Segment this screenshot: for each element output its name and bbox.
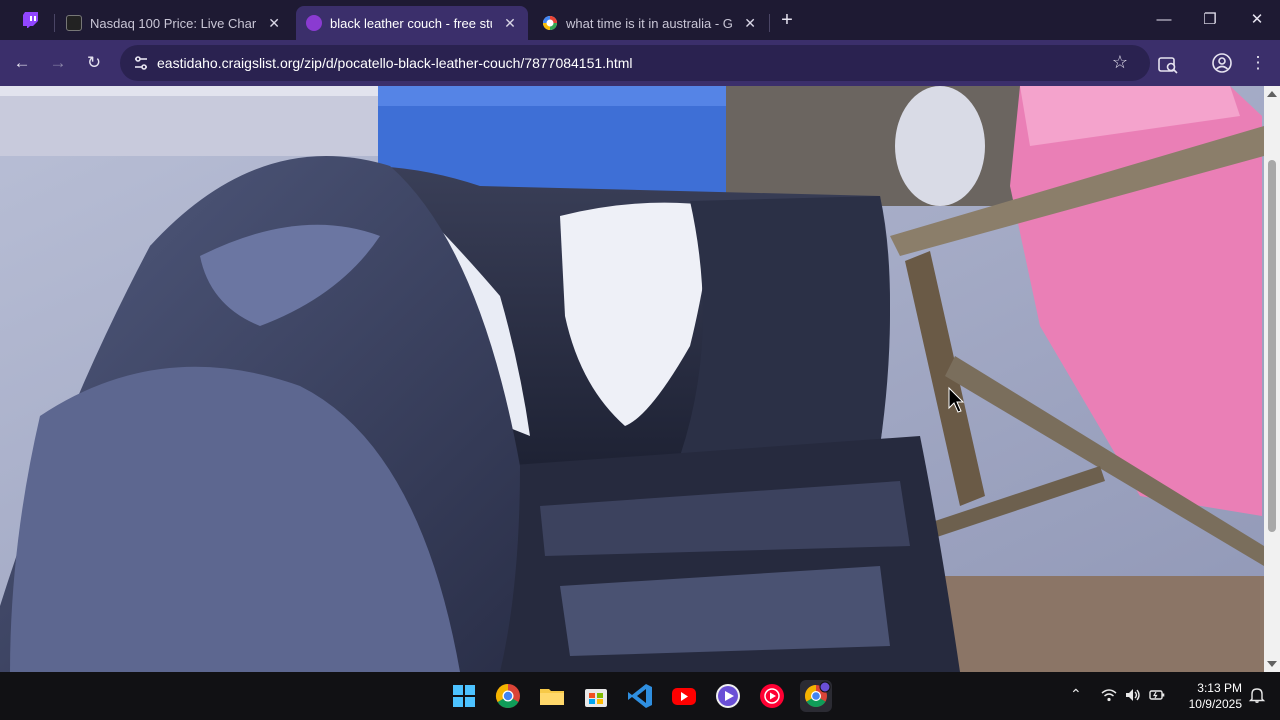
- youtube-icon[interactable]: [668, 680, 700, 712]
- scrollbar-thumb[interactable]: [1268, 160, 1276, 532]
- windows-taskbar: ⌃ 3:13 PM 10/9/2025: [0, 672, 1280, 720]
- battery-icon[interactable]: [1148, 686, 1166, 704]
- close-window-button[interactable]: ✕: [1245, 8, 1269, 32]
- restore-button[interactable]: ❐: [1198, 8, 1222, 32]
- system-clock[interactable]: 3:13 PM 10/9/2025: [1176, 680, 1242, 712]
- scroll-up-arrow[interactable]: [1267, 91, 1277, 97]
- tab-australia-time[interactable]: what time is it in australia - Goo ✕: [532, 6, 768, 40]
- tab-nasdaq[interactable]: Nasdaq 100 Price: Live Chart, Fo ✕: [56, 6, 292, 40]
- youtube-music-icon[interactable]: [756, 680, 788, 712]
- clock-time: 3:13 PM: [1197, 681, 1242, 695]
- show-hidden-icons-chevron-icon[interactable]: ⌃: [1070, 686, 1082, 703]
- twitch-icon[interactable]: [22, 11, 40, 29]
- bookmark-star-icon[interactable]: ☆: [1112, 52, 1128, 73]
- reload-button[interactable]: ↻: [82, 51, 106, 75]
- listing-photo[interactable]: [0, 86, 1264, 672]
- tab-title: black leather couch - free stuff: [330, 15, 492, 31]
- chrome-profile-icon[interactable]: [800, 680, 832, 712]
- google-icon: [543, 16, 557, 30]
- media-player-icon[interactable]: [712, 680, 744, 712]
- menu-kebab-icon[interactable]: ⋮: [1246, 51, 1270, 75]
- search-tabs-icon[interactable]: [1156, 53, 1180, 77]
- vs-code-icon[interactable]: [624, 680, 656, 712]
- back-button[interactable]: ←: [10, 51, 34, 75]
- tab-strip: Nasdaq 100 Price: Live Chart, Fo ✕ black…: [0, 0, 1280, 40]
- tab-divider: [54, 14, 55, 32]
- windows-start-icon[interactable]: [448, 680, 480, 712]
- screen: Nasdaq 100 Price: Live Chart, Fo ✕ black…: [0, 0, 1280, 720]
- close-icon[interactable]: ✕: [266, 15, 282, 32]
- new-tab-button[interactable]: +: [776, 9, 798, 31]
- browser-toolbar: ← → ↻ eastidaho.craigslist.org/zip/d/poc…: [0, 40, 1280, 86]
- chrome-icon[interactable]: [492, 680, 524, 712]
- wifi-icon[interactable]: [1100, 686, 1118, 704]
- generic-site-icon: [66, 15, 82, 31]
- tab-black-leather-couch[interactable]: black leather couch - free stuff ✕: [296, 6, 528, 40]
- volume-icon[interactable]: [1124, 686, 1142, 704]
- clock-date: 10/9/2025: [1188, 697, 1242, 711]
- craigslist-peace-icon: [306, 15, 322, 31]
- scroll-down-arrow[interactable]: [1267, 661, 1277, 667]
- tab-title: Nasdaq 100 Price: Live Chart, Fo: [90, 15, 257, 31]
- file-explorer-icon[interactable]: [536, 680, 568, 712]
- couch-photo-image: [0, 86, 1264, 672]
- minimize-button[interactable]: —: [1152, 8, 1176, 32]
- address-bar[interactable]: eastidaho.craigslist.org/zip/d/pocatello…: [120, 45, 1150, 81]
- site-info-icon[interactable]: [132, 54, 150, 72]
- page-scrollbar[interactable]: [1264, 86, 1280, 672]
- profile-icon[interactable]: [1210, 51, 1234, 75]
- close-icon[interactable]: ✕: [742, 15, 758, 32]
- close-icon[interactable]: ✕: [502, 15, 518, 32]
- tab-divider: [769, 14, 770, 32]
- microsoft-store-icon[interactable]: [580, 680, 612, 712]
- tab-title: what time is it in australia - Goo: [566, 15, 733, 31]
- notification-bell-icon[interactable]: [1248, 686, 1266, 704]
- url-text: eastidaho.craigslist.org/zip/d/pocatello…: [157, 55, 633, 71]
- forward-button[interactable]: →: [46, 51, 70, 75]
